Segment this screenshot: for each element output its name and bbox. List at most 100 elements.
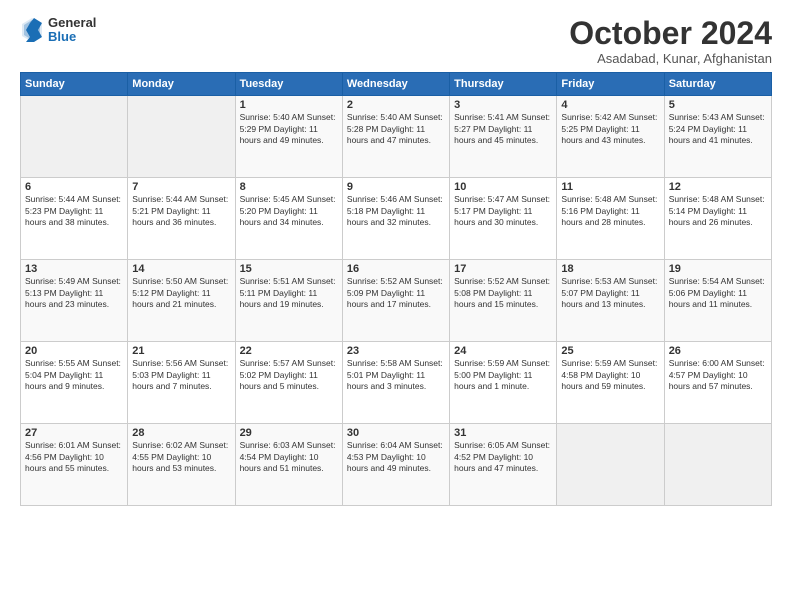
calendar-table: SundayMondayTuesdayWednesdayThursdayFrid… xyxy=(20,72,772,506)
day-info: Sunrise: 5:46 AM Sunset: 5:18 PM Dayligh… xyxy=(347,194,445,228)
day-cell: 28Sunrise: 6:02 AM Sunset: 4:55 PM Dayli… xyxy=(128,424,235,506)
header-row: SundayMondayTuesdayWednesdayThursdayFrid… xyxy=(21,73,772,96)
day-number: 9 xyxy=(347,181,445,193)
day-cell xyxy=(128,96,235,178)
day-number: 29 xyxy=(240,427,338,439)
day-cell: 29Sunrise: 6:03 AM Sunset: 4:54 PM Dayli… xyxy=(235,424,342,506)
day-cell: 8Sunrise: 5:45 AM Sunset: 5:20 PM Daylig… xyxy=(235,178,342,260)
day-cell: 27Sunrise: 6:01 AM Sunset: 4:56 PM Dayli… xyxy=(21,424,128,506)
day-cell: 2Sunrise: 5:40 AM Sunset: 5:28 PM Daylig… xyxy=(342,96,449,178)
header-cell-friday: Friday xyxy=(557,73,664,96)
day-cell: 12Sunrise: 5:48 AM Sunset: 5:14 PM Dayli… xyxy=(664,178,771,260)
day-number: 11 xyxy=(561,181,659,193)
day-number: 27 xyxy=(25,427,123,439)
day-info: Sunrise: 5:52 AM Sunset: 5:09 PM Dayligh… xyxy=(347,276,445,310)
day-info: Sunrise: 5:40 AM Sunset: 5:28 PM Dayligh… xyxy=(347,112,445,146)
day-number: 25 xyxy=(561,345,659,357)
day-cell: 23Sunrise: 5:58 AM Sunset: 5:01 PM Dayli… xyxy=(342,342,449,424)
day-info: Sunrise: 6:02 AM Sunset: 4:55 PM Dayligh… xyxy=(132,440,230,474)
day-cell: 24Sunrise: 5:59 AM Sunset: 5:00 PM Dayli… xyxy=(450,342,557,424)
day-info: Sunrise: 5:59 AM Sunset: 4:58 PM Dayligh… xyxy=(561,358,659,392)
day-cell: 9Sunrise: 5:46 AM Sunset: 5:18 PM Daylig… xyxy=(342,178,449,260)
day-number: 28 xyxy=(132,427,230,439)
logo-text: General Blue xyxy=(48,16,96,45)
week-row-3: 13Sunrise: 5:49 AM Sunset: 5:13 PM Dayli… xyxy=(21,260,772,342)
logo-blue: Blue xyxy=(48,30,96,44)
day-cell: 14Sunrise: 5:50 AM Sunset: 5:12 PM Dayli… xyxy=(128,260,235,342)
day-cell: 11Sunrise: 5:48 AM Sunset: 5:16 PM Dayli… xyxy=(557,178,664,260)
day-number: 26 xyxy=(669,345,767,357)
day-info: Sunrise: 5:59 AM Sunset: 5:00 PM Dayligh… xyxy=(454,358,552,392)
day-info: Sunrise: 6:00 AM Sunset: 4:57 PM Dayligh… xyxy=(669,358,767,392)
day-number: 23 xyxy=(347,345,445,357)
day-info: Sunrise: 5:47 AM Sunset: 5:17 PM Dayligh… xyxy=(454,194,552,228)
day-info: Sunrise: 5:51 AM Sunset: 5:11 PM Dayligh… xyxy=(240,276,338,310)
day-number: 18 xyxy=(561,263,659,275)
header-cell-wednesday: Wednesday xyxy=(342,73,449,96)
day-info: Sunrise: 5:54 AM Sunset: 5:06 PM Dayligh… xyxy=(669,276,767,310)
header-cell-saturday: Saturday xyxy=(664,73,771,96)
day-number: 16 xyxy=(347,263,445,275)
logo-icon xyxy=(20,16,44,44)
day-info: Sunrise: 5:43 AM Sunset: 5:24 PM Dayligh… xyxy=(669,112,767,146)
month-title: October 2024 xyxy=(569,16,772,51)
day-number: 17 xyxy=(454,263,552,275)
day-number: 31 xyxy=(454,427,552,439)
day-number: 21 xyxy=(132,345,230,357)
day-number: 2 xyxy=(347,99,445,111)
day-number: 10 xyxy=(454,181,552,193)
day-info: Sunrise: 5:40 AM Sunset: 5:29 PM Dayligh… xyxy=(240,112,338,146)
day-number: 22 xyxy=(240,345,338,357)
day-number: 8 xyxy=(240,181,338,193)
day-cell: 18Sunrise: 5:53 AM Sunset: 5:07 PM Dayli… xyxy=(557,260,664,342)
day-cell: 19Sunrise: 5:54 AM Sunset: 5:06 PM Dayli… xyxy=(664,260,771,342)
day-number: 20 xyxy=(25,345,123,357)
day-info: Sunrise: 5:55 AM Sunset: 5:04 PM Dayligh… xyxy=(25,358,123,392)
day-info: Sunrise: 5:56 AM Sunset: 5:03 PM Dayligh… xyxy=(132,358,230,392)
day-info: Sunrise: 5:58 AM Sunset: 5:01 PM Dayligh… xyxy=(347,358,445,392)
day-cell: 4Sunrise: 5:42 AM Sunset: 5:25 PM Daylig… xyxy=(557,96,664,178)
day-cell: 20Sunrise: 5:55 AM Sunset: 5:04 PM Dayli… xyxy=(21,342,128,424)
day-cell: 13Sunrise: 5:49 AM Sunset: 5:13 PM Dayli… xyxy=(21,260,128,342)
day-info: Sunrise: 5:57 AM Sunset: 5:02 PM Dayligh… xyxy=(240,358,338,392)
location: Asadabad, Kunar, Afghanistan xyxy=(569,51,772,66)
week-row-2: 6Sunrise: 5:44 AM Sunset: 5:23 PM Daylig… xyxy=(21,178,772,260)
day-info: Sunrise: 5:49 AM Sunset: 5:13 PM Dayligh… xyxy=(25,276,123,310)
day-number: 3 xyxy=(454,99,552,111)
day-info: Sunrise: 5:53 AM Sunset: 5:07 PM Dayligh… xyxy=(561,276,659,310)
day-info: Sunrise: 5:50 AM Sunset: 5:12 PM Dayligh… xyxy=(132,276,230,310)
day-cell: 16Sunrise: 5:52 AM Sunset: 5:09 PM Dayli… xyxy=(342,260,449,342)
day-cell: 17Sunrise: 5:52 AM Sunset: 5:08 PM Dayli… xyxy=(450,260,557,342)
day-cell: 25Sunrise: 5:59 AM Sunset: 4:58 PM Dayli… xyxy=(557,342,664,424)
day-info: Sunrise: 6:03 AM Sunset: 4:54 PM Dayligh… xyxy=(240,440,338,474)
day-number: 6 xyxy=(25,181,123,193)
day-number: 7 xyxy=(132,181,230,193)
day-number: 24 xyxy=(454,345,552,357)
day-info: Sunrise: 5:44 AM Sunset: 5:21 PM Dayligh… xyxy=(132,194,230,228)
day-cell: 10Sunrise: 5:47 AM Sunset: 5:17 PM Dayli… xyxy=(450,178,557,260)
day-number: 30 xyxy=(347,427,445,439)
day-number: 1 xyxy=(240,99,338,111)
logo: General Blue xyxy=(20,16,96,45)
day-cell: 30Sunrise: 6:04 AM Sunset: 4:53 PM Dayli… xyxy=(342,424,449,506)
week-row-5: 27Sunrise: 6:01 AM Sunset: 4:56 PM Dayli… xyxy=(21,424,772,506)
day-number: 5 xyxy=(669,99,767,111)
day-number: 14 xyxy=(132,263,230,275)
day-number: 19 xyxy=(669,263,767,275)
day-cell xyxy=(557,424,664,506)
day-info: Sunrise: 5:48 AM Sunset: 5:16 PM Dayligh… xyxy=(561,194,659,228)
day-cell: 1Sunrise: 5:40 AM Sunset: 5:29 PM Daylig… xyxy=(235,96,342,178)
logo-general: General xyxy=(48,16,96,30)
day-cell xyxy=(21,96,128,178)
header-cell-sunday: Sunday xyxy=(21,73,128,96)
day-info: Sunrise: 5:41 AM Sunset: 5:27 PM Dayligh… xyxy=(454,112,552,146)
day-info: Sunrise: 6:05 AM Sunset: 4:52 PM Dayligh… xyxy=(454,440,552,474)
day-cell: 6Sunrise: 5:44 AM Sunset: 5:23 PM Daylig… xyxy=(21,178,128,260)
day-cell: 3Sunrise: 5:41 AM Sunset: 5:27 PM Daylig… xyxy=(450,96,557,178)
day-cell: 22Sunrise: 5:57 AM Sunset: 5:02 PM Dayli… xyxy=(235,342,342,424)
header-cell-monday: Monday xyxy=(128,73,235,96)
day-cell: 31Sunrise: 6:05 AM Sunset: 4:52 PM Dayli… xyxy=(450,424,557,506)
day-info: Sunrise: 5:45 AM Sunset: 5:20 PM Dayligh… xyxy=(240,194,338,228)
day-info: Sunrise: 6:01 AM Sunset: 4:56 PM Dayligh… xyxy=(25,440,123,474)
title-area: October 2024 Asadabad, Kunar, Afghanista… xyxy=(569,16,772,66)
